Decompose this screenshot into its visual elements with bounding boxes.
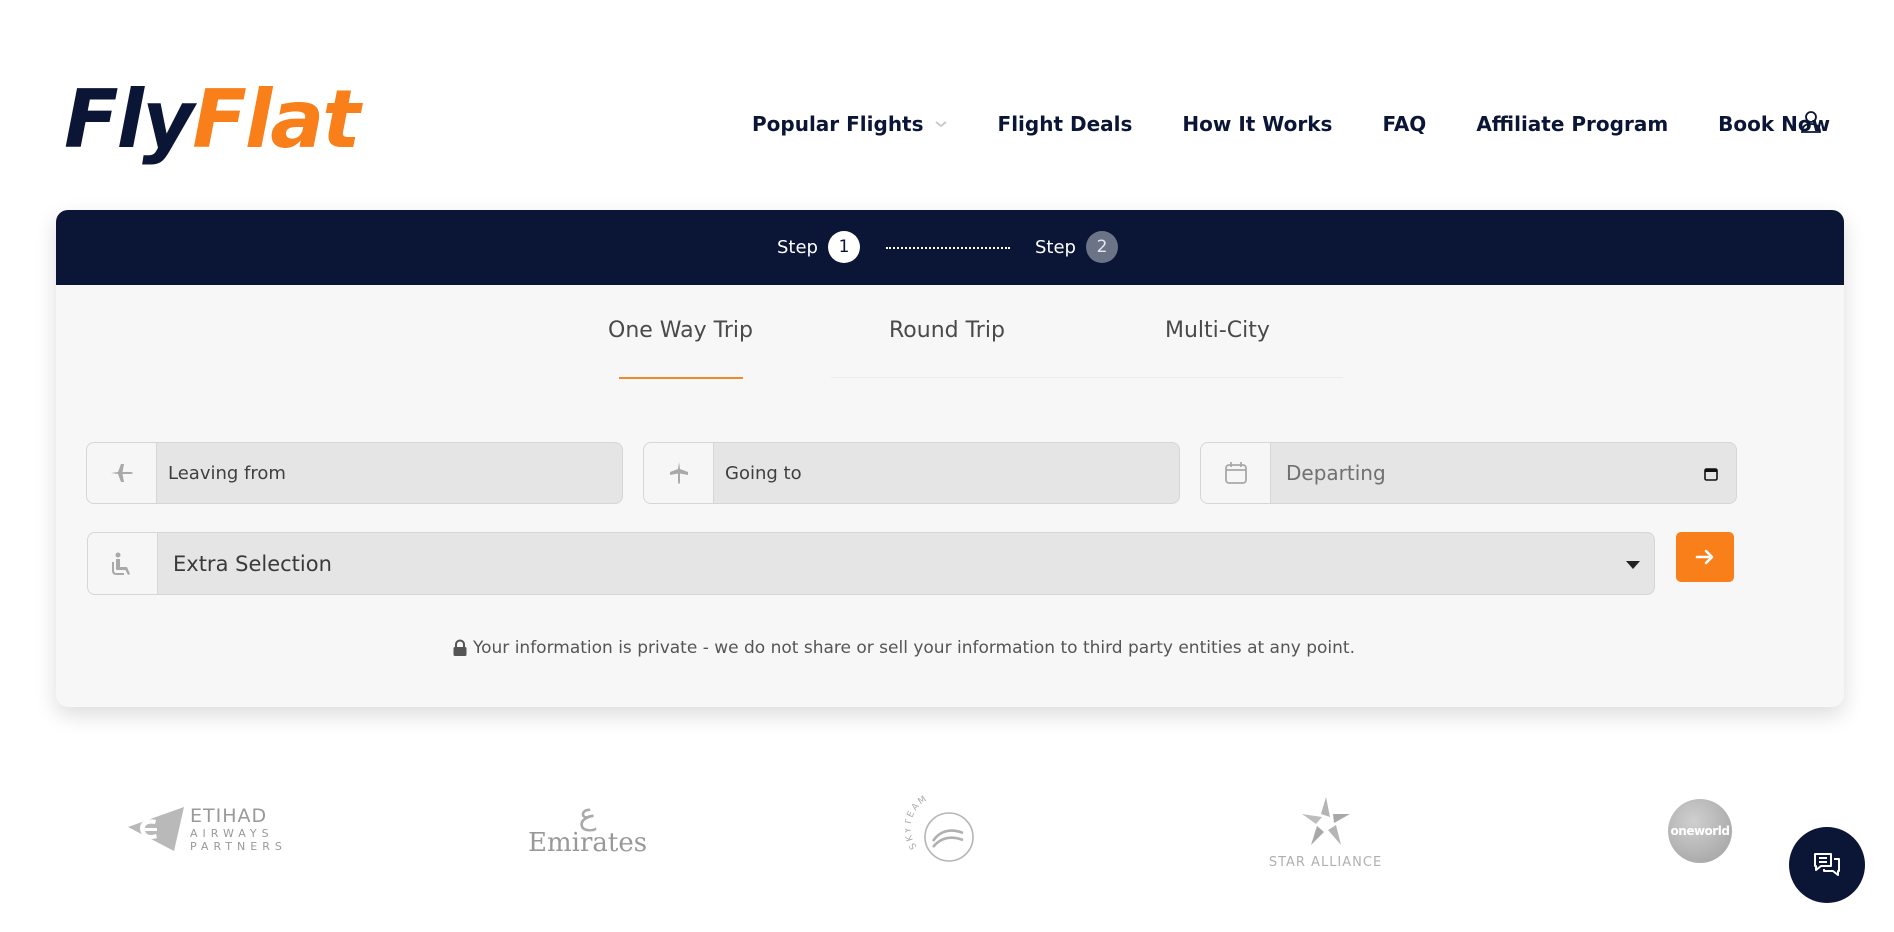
- step-2: Step 2: [1035, 231, 1118, 263]
- step-1-number: 1: [827, 231, 860, 263]
- chat-button[interactable]: [1789, 827, 1865, 903]
- nav-popular-flights-label: Popular Flights: [752, 112, 924, 136]
- etihad-line2: AIRWAYS: [190, 826, 274, 840]
- going-to-input[interactable]: [714, 443, 1179, 503]
- oneworld-logo: oneworld: [1668, 799, 1732, 863]
- user-icon[interactable]: [1800, 110, 1822, 134]
- nav-faq[interactable]: FAQ: [1382, 112, 1426, 136]
- nav-popular-flights[interactable]: Popular Flights: [752, 112, 948, 136]
- emirates-calligraphy-icon: ﻉ: [578, 797, 597, 832]
- nav-affiliate-program[interactable]: Affiliate Program: [1476, 112, 1668, 136]
- going-to-field[interactable]: [643, 442, 1180, 504]
- lock-icon: [453, 639, 467, 656]
- logo-fly: Fly: [64, 73, 194, 166]
- leaving-from-field[interactable]: [86, 442, 623, 504]
- nav-how-it-works[interactable]: How It Works: [1182, 112, 1332, 136]
- flyflat-logo[interactable]: FlyFlat: [64, 80, 361, 160]
- plane-takeoff-icon: [110, 464, 133, 482]
- extra-selection-select[interactable]: Extra Selection: [158, 533, 1626, 594]
- extra-selection-icon-box: [88, 533, 158, 594]
- emirates-wordmark: Emirates: [528, 828, 648, 858]
- main-nav: Popular Flights Flight Deals How It Work…: [752, 112, 1830, 136]
- privacy-note: Your information is private - we do not …: [452, 638, 1355, 658]
- star-alliance-wordmark: STAR ALLIANCE: [1268, 855, 1383, 870]
- arrow-right-icon: [1695, 549, 1714, 565]
- tab-one-way-trip[interactable]: One Way Trip: [608, 318, 753, 343]
- tab-active-indicator: [619, 377, 743, 379]
- seat-passenger-icon: [111, 552, 130, 575]
- date-picker-icon[interactable]: [1704, 467, 1718, 481]
- privacy-text: Your information is private - we do not …: [473, 638, 1355, 658]
- step-2-number: 2: [1085, 231, 1118, 263]
- step-connector: [886, 247, 1010, 249]
- leaving-from-input[interactable]: [157, 443, 622, 503]
- star-alliance-star-icon: [1301, 797, 1350, 845]
- chevron-down-icon: [934, 121, 947, 128]
- oneworld-wordmark: oneworld: [1670, 824, 1730, 838]
- leaving-from-icon-box: [87, 443, 157, 503]
- step-1: Step 1: [777, 231, 860, 263]
- going-to-icon-box: [644, 443, 714, 503]
- step-2-label: Step: [1035, 236, 1076, 258]
- steps-bar: Step 1 Step 2: [56, 210, 1844, 285]
- etihad-wordmark: ETIHAD AIRWAYS PARTNERS: [190, 804, 287, 853]
- caret-down-icon: [1626, 561, 1640, 569]
- flight-search-panel: Step 1 Step 2 One Way Trip Round Trip Mu…: [56, 210, 1844, 707]
- calendar-icon: [1224, 462, 1247, 484]
- departing-field[interactable]: Departing: [1200, 442, 1737, 504]
- etihad-line1: ETIHAD: [190, 804, 268, 827]
- departing-icon-box: [1201, 443, 1271, 503]
- emirates-logo: ﻉ Emirates: [528, 797, 648, 858]
- etihad-mark-icon: [128, 807, 184, 851]
- tab-multi-city[interactable]: Multi-City: [1165, 318, 1270, 343]
- nav-flight-deals[interactable]: Flight Deals: [998, 112, 1133, 136]
- tab-round-trip[interactable]: Round Trip: [889, 318, 1005, 343]
- departing-placeholder[interactable]: Departing: [1271, 443, 1704, 503]
- logo-flat: Flat: [192, 73, 360, 166]
- chat-icon: [1814, 853, 1840, 876]
- etihad-line3: PARTNERS: [190, 839, 287, 853]
- skyteam-logo: SKYTEAM: [905, 795, 974, 862]
- extra-selection-field[interactable]: Extra Selection: [87, 532, 1655, 595]
- step-1-label: Step: [777, 236, 818, 258]
- search-submit-button[interactable]: [1676, 532, 1734, 582]
- star-alliance-logo: STAR ALLIANCE: [1258, 795, 1393, 870]
- tab-multi-city-underline: [1103, 377, 1343, 378]
- etihad-partners-logo: ETIHAD AIRWAYS PARTNERS: [126, 803, 287, 855]
- plane-landing-icon: [669, 462, 688, 484]
- tab-round-trip-underline: [831, 377, 1136, 378]
